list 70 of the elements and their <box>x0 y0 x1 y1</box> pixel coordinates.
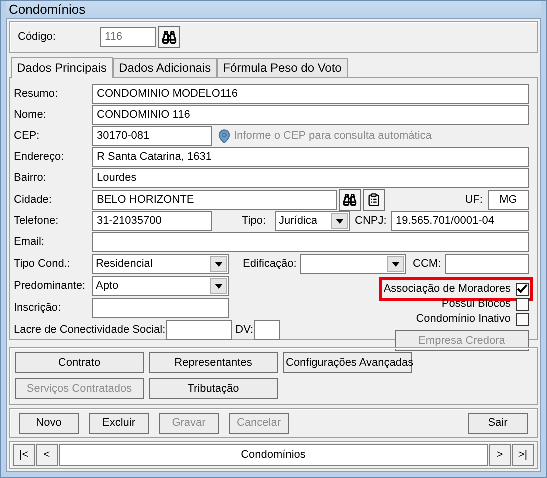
action-button[interactable]: Configurações Avançadas <box>283 352 412 373</box>
caret-icon <box>210 278 227 294</box>
tab[interactable]: Dados Adicionais <box>113 58 218 77</box>
text-field[interactable]: BELO HORIZONTE <box>92 190 337 210</box>
text-field[interactable]: 31-21035700 <box>92 211 212 231</box>
type-dropdown[interactable]: Apto <box>92 276 229 296</box>
location-icon <box>217 128 232 144</box>
search-button[interactable] <box>339 189 361 211</box>
nav-button[interactable]: < <box>36 444 58 466</box>
field-label: Lacre de Conectividade Social: <box>14 324 166 336</box>
caret-icon <box>387 256 404 272</box>
text-field[interactable]: Lourdes <box>92 168 529 188</box>
field-label: Email: <box>14 236 46 248</box>
binoculars-icon <box>162 30 176 44</box>
field-label: CCM: <box>413 258 442 270</box>
text-field[interactable]: MG <box>488 190 529 210</box>
text-field[interactable]: 30170-081 <box>92 126 212 146</box>
text-field[interactable]: CONDOMINIO 116 <box>92 105 529 125</box>
tab[interactable]: Dados Principais <box>11 57 114 78</box>
exit-button[interactable]: Sair <box>468 412 528 434</box>
caret-icon <box>331 213 348 229</box>
nav-button[interactable]: |< <box>13 444 35 466</box>
action-button[interactable]: Tributação <box>149 378 278 399</box>
search-button[interactable] <box>158 26 180 48</box>
field-label: DV: <box>236 324 254 336</box>
building-dropdown[interactable] <box>300 254 406 274</box>
type-dropdown[interactable]: Jurídica <box>275 211 350 231</box>
field-label: CEP: <box>14 130 41 142</box>
field-label: Endereço: <box>14 151 66 163</box>
record-title: Condomínios <box>59 444 488 466</box>
binoculars-icon <box>343 193 357 207</box>
field-label: Resumo: <box>14 88 60 100</box>
field-label: Predominante: <box>14 280 87 292</box>
text-field[interactable] <box>254 320 280 340</box>
field-label: Tipo: <box>242 215 268 227</box>
hint-text: Informe o CEP para consulta automática <box>234 130 432 142</box>
text-field[interactable] <box>92 232 529 252</box>
text-field[interactable]: R Santa Catarina, 1631 <box>92 147 529 167</box>
text-field[interactable]: 19.565.701/0001-04 <box>391 211 529 231</box>
checkbox[interactable] <box>516 298 529 310</box>
form-button[interactable] <box>363 189 385 211</box>
action-button[interactable]: Contrato <box>15 352 144 373</box>
checkbox[interactable] <box>516 312 529 326</box>
field-label: Inscrição: <box>14 302 62 314</box>
checkbox-label: Condomínio Inativo <box>416 313 511 325</box>
text-field[interactable] <box>166 320 232 340</box>
field-label: Cidade: <box>14 194 53 206</box>
field-label: Bairro: <box>14 172 48 184</box>
nav-button[interactable]: >| <box>512 444 534 466</box>
checkbox[interactable] <box>516 282 529 296</box>
toolbar-button[interactable]: Novo <box>19 412 79 434</box>
text-field[interactable]: CONDOMINIO MODELO116 <box>92 84 529 104</box>
toolbar-button[interactable]: Excluir <box>89 412 149 434</box>
field-label: UF: <box>465 194 483 206</box>
checkbox-label: Possui Blocos <box>442 298 511 310</box>
text-field[interactable] <box>92 298 229 318</box>
field-label: Nome: <box>14 109 48 121</box>
field-label: Edificação: <box>243 258 298 270</box>
action-button[interactable]: Representantes <box>149 352 278 373</box>
text-field[interactable] <box>445 254 529 274</box>
field-label: Código: <box>18 31 57 43</box>
tab[interactable]: Fórmula Peso do Voto <box>217 58 348 77</box>
clipboard-icon <box>367 193 381 207</box>
type-dropdown[interactable]: Residencial <box>92 254 229 274</box>
field-label: Telefone: <box>14 215 60 227</box>
field-label: Tipo Cond.: <box>14 258 72 270</box>
checkbox-label: Associação de Moradores <box>384 283 511 295</box>
field-label: CNPJ: <box>355 215 388 227</box>
nav-button[interactable]: > <box>489 444 511 466</box>
caret-icon <box>210 256 227 272</box>
